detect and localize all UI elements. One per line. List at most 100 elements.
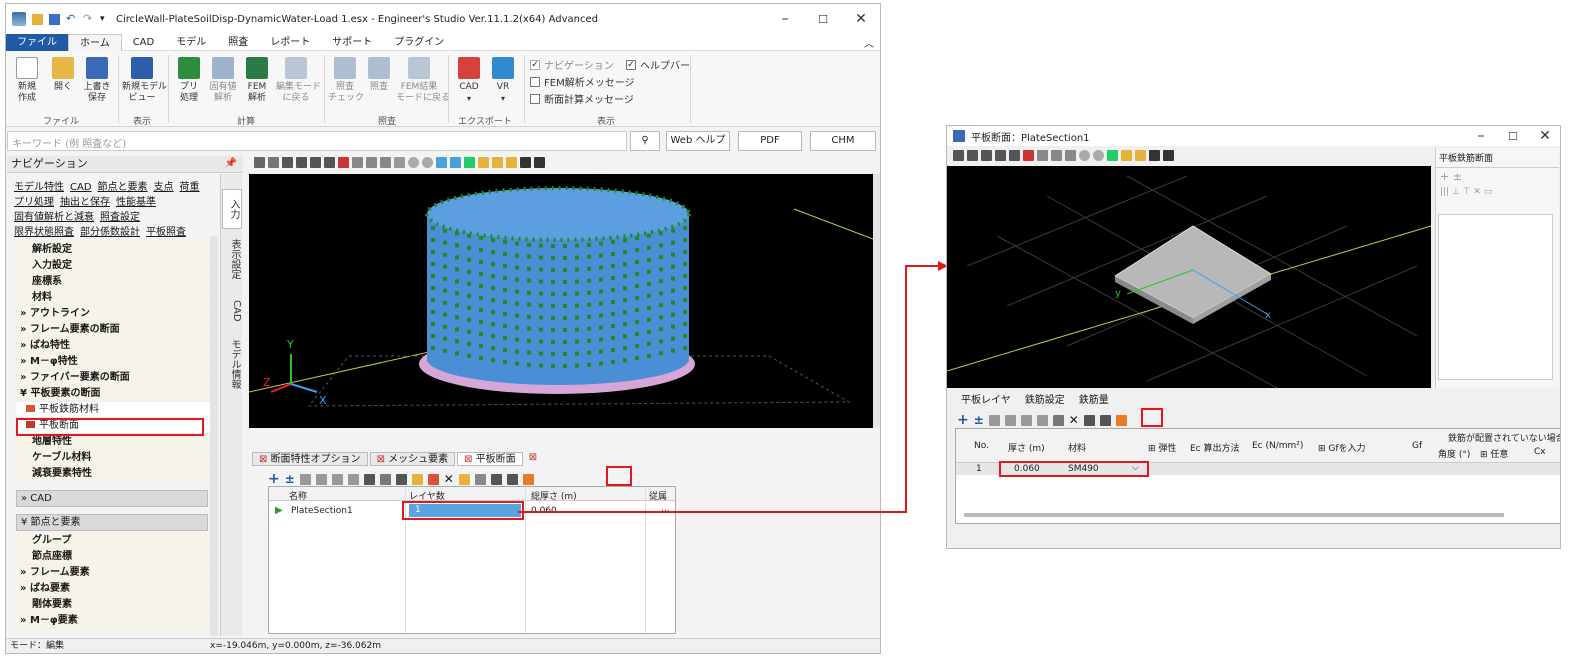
navigation-checkbox[interactable]: ✓ ナビゲーション	[530, 57, 614, 72]
header-elastic[interactable]: ⊞ 弾性	[1148, 441, 1176, 454]
zoom-out-icon[interactable]	[352, 157, 363, 168]
sub-maximize-button[interactable]: ☐	[1498, 126, 1528, 146]
sub-close-button[interactable]: ✕	[1530, 126, 1560, 146]
move-up-icon[interactable]	[988, 414, 1000, 426]
sub-grid-scrollbar[interactable]	[964, 513, 1504, 517]
forward-icon[interactable]	[1093, 150, 1104, 161]
render-icon[interactable]	[436, 157, 447, 168]
header-gf[interactable]: Gf	[1412, 441, 1422, 451]
tab-mesh[interactable]: ⊠ メッシュ要素	[369, 452, 456, 466]
panel-add-icons[interactable]: + ±	[1436, 168, 1559, 185]
nav-link-cad[interactable]: CAD	[70, 182, 92, 193]
pre-process-button[interactable]: プリ 処理	[172, 57, 206, 104]
camera-icon[interactable]	[520, 157, 531, 168]
export-vr-button[interactable]: VR ▾	[486, 57, 520, 104]
open-quick-icon[interactable]	[32, 13, 43, 25]
nav-link-eigen[interactable]: 固有値解析と減衰	[14, 212, 94, 223]
move-up-icon[interactable]	[299, 473, 311, 485]
menu-plugin[interactable]: プラグイン	[383, 34, 455, 51]
menu-check[interactable]: 照査	[217, 34, 259, 51]
side-view-icon[interactable]	[310, 157, 321, 168]
cad-section-bar[interactable]: » CAD	[16, 490, 208, 507]
close-tab-icon[interactable]: ⊠	[259, 454, 271, 465]
open-button[interactable]: 開く	[46, 57, 80, 93]
side-view-icon[interactable]	[995, 150, 1006, 161]
move-bottom-icon[interactable]	[331, 473, 343, 485]
tree-item-coordinate[interactable]: 座標系	[16, 274, 214, 290]
back-icon[interactable]	[1079, 150, 1090, 161]
nav-link-model-props[interactable]: モデル特性	[14, 182, 64, 193]
search-view-icon[interactable]	[506, 157, 517, 168]
redo-icon[interactable]: ↷	[83, 13, 94, 25]
save-grid-icon[interactable]	[347, 473, 359, 485]
check-check-button[interactable]: 照査 チェック	[328, 57, 364, 104]
import-icon[interactable]	[411, 473, 423, 485]
cell-name[interactable]: PlateSection1	[291, 506, 353, 516]
fem-message-checkbox[interactable]: FEM解析メッセージ	[530, 74, 635, 89]
tree-item-material[interactable]: 材料	[16, 290, 214, 306]
header-cx[interactable]: Cx	[1534, 447, 1546, 457]
tree-item-analysis-settings[interactable]: 解析設定	[16, 242, 214, 258]
open-detail-icon[interactable]	[1115, 414, 1127, 426]
add-row-icon[interactable]: +	[957, 412, 969, 428]
layer2-icon[interactable]	[1135, 150, 1146, 161]
undo-icon[interactable]: ↶	[66, 13, 77, 25]
section-message-checkbox[interactable]: 断面計算メッセージ	[530, 91, 634, 106]
menu-model[interactable]: モデル	[165, 34, 217, 51]
pdf-help-button[interactable]: PDF	[738, 131, 802, 151]
header-no-rebar[interactable]: 鉄筋が配置されていない場合	[1448, 431, 1560, 444]
tree-item-stratum[interactable]: 地層特性	[16, 434, 214, 450]
zoom-window-icon[interactable]	[1023, 150, 1034, 161]
fit-icon[interactable]	[268, 157, 279, 168]
maximize-button[interactable]: ☐	[804, 4, 842, 34]
select-icon[interactable]	[953, 150, 964, 161]
side-tab-display[interactable]: 表示設定	[222, 239, 242, 279]
column-icon[interactable]	[1083, 414, 1095, 426]
orbit-icon[interactable]	[394, 157, 405, 168]
menu-cad[interactable]: CAD	[122, 34, 166, 51]
side-tab-model-info[interactable]: モデル情報	[222, 339, 242, 389]
new-button[interactable]: 新規 作成	[10, 57, 44, 104]
pan-icon[interactable]	[366, 157, 377, 168]
move-down-icon[interactable]	[1004, 414, 1016, 426]
zoom-out-icon[interactable]	[1037, 150, 1048, 161]
panel-title[interactable]: 平板鉄筋断面	[1436, 148, 1559, 168]
close-tab-icon[interactable]: ⊠	[464, 454, 476, 465]
top-view-icon[interactable]	[1009, 150, 1020, 161]
layer-icon[interactable]	[1121, 150, 1132, 161]
nav-link-partial-factor[interactable]: 部分係数設計	[80, 227, 140, 238]
camera2-icon[interactable]	[534, 157, 545, 168]
header-angle[interactable]: 角度 (°)	[1438, 447, 1470, 460]
move-bottom-icon[interactable]	[1020, 414, 1032, 426]
panel-list[interactable]	[1438, 214, 1553, 380]
menu-file[interactable]: ファイル	[6, 33, 68, 51]
collapse-ribbon-icon[interactable]: ︿	[864, 35, 874, 50]
nav-link-preprocess[interactable]: プリ処理	[14, 197, 54, 208]
delete-icon[interactable]: ✕	[444, 472, 454, 486]
layer-icon[interactable]	[478, 157, 489, 168]
header-input-gf[interactable]: ⊞ Gfを入力	[1318, 441, 1366, 454]
tree-item-m-phi[interactable]: » M－φ特性	[16, 354, 214, 370]
header-ec[interactable]: Ec (N/mm²)	[1252, 441, 1303, 451]
sub-minimize-button[interactable]: –	[1466, 126, 1496, 146]
tree-item-damper[interactable]: 減衰要素特性	[16, 466, 214, 482]
nav-link-nodes[interactable]: 節点と要素	[98, 182, 148, 193]
tab-section-option[interactable]: ⊠ 断面特性オプション	[252, 452, 368, 466]
row-height-icon[interactable]	[1099, 414, 1111, 426]
tab-rebar-amount[interactable]: 鉄筋量	[1073, 394, 1115, 408]
tree-item-m-phi-element[interactable]: » M－φ要素	[16, 613, 214, 629]
forward-icon[interactable]	[422, 157, 433, 168]
header-material[interactable]: 材料	[1068, 441, 1086, 454]
customize-quick-access-icon[interactable]: ▾	[100, 14, 108, 25]
chm-help-button[interactable]: CHM	[810, 131, 876, 151]
header-no[interactable]: No.	[974, 441, 989, 451]
nav-link-extract[interactable]: 抽出と保存	[60, 197, 110, 208]
iso-view-icon[interactable]	[967, 150, 978, 161]
header-name[interactable]: 名称	[289, 489, 307, 502]
nav-link-supports[interactable]: 支点	[154, 182, 174, 193]
camera-icon[interactable]	[1149, 150, 1160, 161]
header-ec-method[interactable]: Ec 算出方法	[1190, 441, 1240, 454]
tree-item-spring[interactable]: » ばね特性	[16, 338, 214, 354]
plate-3d-view[interactable]: x y	[947, 166, 1431, 388]
pointer-icon[interactable]	[1107, 150, 1118, 161]
